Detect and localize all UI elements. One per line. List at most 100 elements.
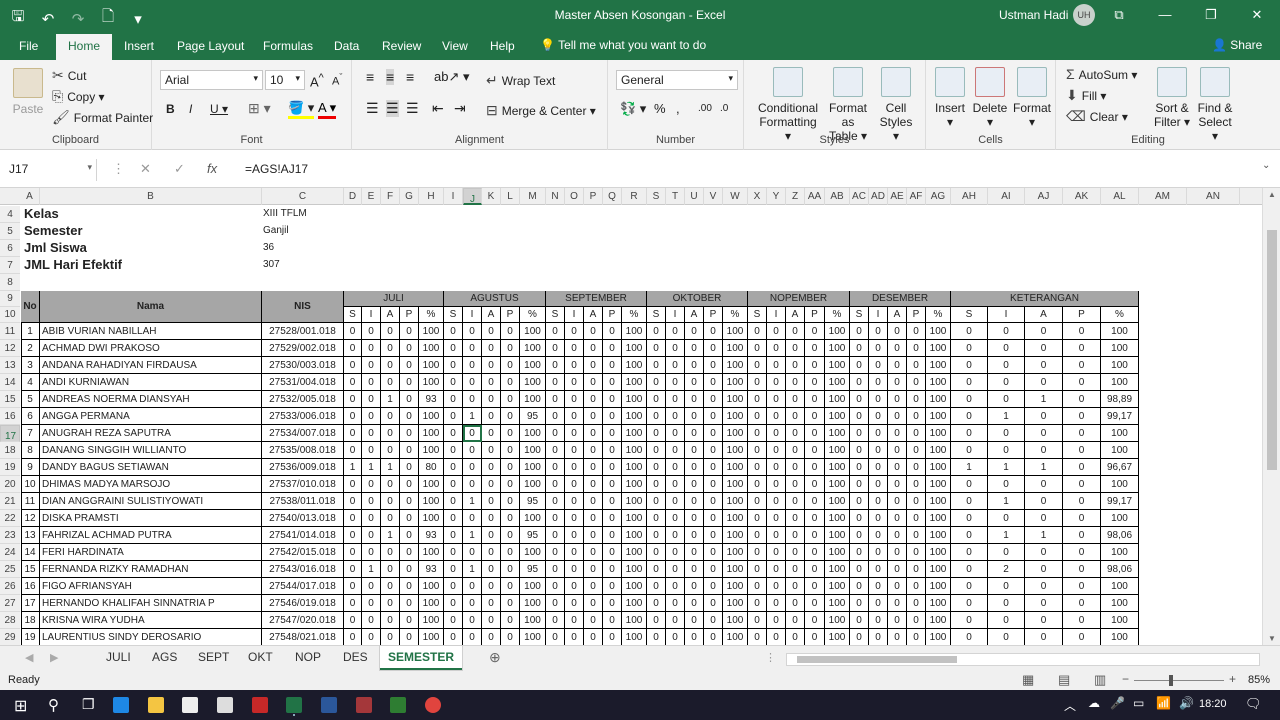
attendance-cell[interactable]: 0	[482, 408, 501, 425]
attendance-cell[interactable]: 0	[869, 510, 888, 527]
attendance-cell[interactable]: 0	[907, 561, 926, 578]
attendance-cell[interactable]: 1	[362, 561, 381, 578]
attendance-cell[interactable]: 0	[584, 476, 603, 493]
attendance-cell[interactable]: 0	[850, 442, 869, 459]
attendance-cell[interactable]: 0	[748, 629, 767, 645]
column-header[interactable]: AM	[1139, 188, 1187, 205]
attendance-cell[interactable]: 100	[520, 459, 546, 476]
student-nis[interactable]: 27536/009.018	[262, 459, 344, 476]
attendance-cell[interactable]: 0	[1063, 612, 1101, 629]
sort-filter-button[interactable]: Sort & Filter ▾	[1152, 67, 1192, 129]
attendance-cell[interactable]: 0	[444, 357, 463, 374]
column-header[interactable]: AN	[1187, 188, 1240, 205]
attendance-cell[interactable]: 0	[546, 408, 565, 425]
row-header[interactable]: 16	[0, 408, 20, 425]
attendance-cell[interactable]: 0	[647, 340, 666, 357]
zoom-out-icon[interactable]: −	[1122, 672, 1129, 686]
zoom-level[interactable]: 85%	[1248, 674, 1270, 686]
attendance-cell[interactable]: 0	[381, 595, 400, 612]
attendance-cell[interactable]: 0	[603, 493, 622, 510]
attendance-cell[interactable]: 0	[1025, 425, 1063, 442]
attendance-cell[interactable]: 100	[825, 391, 850, 408]
attendance-cell[interactable]: 0	[988, 340, 1025, 357]
row-no[interactable]: 4	[21, 374, 40, 391]
attendance-cell[interactable]: 0	[869, 408, 888, 425]
attendance-cell[interactable]: 0	[647, 578, 666, 595]
attendance-cell[interactable]: 0	[444, 527, 463, 544]
attendance-cell[interactable]: 0	[748, 578, 767, 595]
attendance-cell[interactable]: 100	[520, 357, 546, 374]
attendance-cell[interactable]: 0	[381, 442, 400, 459]
attendance-cell[interactable]: 0	[850, 578, 869, 595]
student-name[interactable]: FIGO AFRIANSYAH	[40, 578, 262, 595]
attendance-cell[interactable]: 0	[400, 340, 419, 357]
header-month[interactable]: DESEMBER	[850, 291, 951, 307]
normal-view-icon[interactable]: ▦	[1022, 672, 1034, 688]
attendance-cell[interactable]: 0	[850, 527, 869, 544]
attendance-cell[interactable]: 0	[666, 340, 685, 357]
add-sheet-icon[interactable]: ⊕	[489, 649, 501, 666]
attendance-cell[interactable]: 0	[907, 595, 926, 612]
attendance-cell[interactable]: 100	[723, 578, 748, 595]
attendance-cell[interactable]: 93	[419, 527, 444, 544]
attendance-cell[interactable]: 0	[704, 476, 723, 493]
attendance-cell[interactable]: 0	[767, 340, 786, 357]
zoom-slider-thumb[interactable]	[1169, 675, 1173, 686]
attendance-cell[interactable]: 0	[704, 374, 723, 391]
attendance-cell[interactable]: 0	[907, 510, 926, 527]
attendance-cell[interactable]: 0	[603, 323, 622, 340]
attendance-cell[interactable]: 0	[786, 459, 805, 476]
cancel-icon[interactable]: ✕	[140, 161, 151, 177]
attendance-cell[interactable]: 100	[926, 340, 951, 357]
student-nis[interactable]: 27537/010.018	[262, 476, 344, 493]
attendance-cell[interactable]: 0	[704, 578, 723, 595]
attendance-cell[interactable]: 0	[869, 629, 888, 645]
attendance-cell[interactable]: 0	[767, 425, 786, 442]
attendance-cell[interactable]: 0	[1025, 612, 1063, 629]
attendance-cell[interactable]: 0	[704, 391, 723, 408]
battery-icon[interactable]: ▭	[1133, 696, 1144, 710]
student-name[interactable]: FERI HARDINATA	[40, 544, 262, 561]
attendance-cell[interactable]: 98,06	[1101, 527, 1139, 544]
attendance-cell[interactable]: 0	[444, 323, 463, 340]
attendance-cell[interactable]: 100	[622, 425, 647, 442]
attendance-cell[interactable]: 0	[546, 476, 565, 493]
row-header[interactable]: 24	[0, 544, 20, 561]
attendance-cell[interactable]: 0	[666, 459, 685, 476]
attendance-cell[interactable]: 95	[520, 493, 546, 510]
attendance-cell[interactable]: 100	[723, 561, 748, 578]
column-header[interactable]: R	[622, 188, 647, 205]
attendance-cell[interactable]: 0	[400, 408, 419, 425]
windows-start-icon[interactable]: ⊞	[14, 696, 27, 716]
attendance-cell[interactable]: 0	[362, 612, 381, 629]
attendance-cell[interactable]: 0	[444, 408, 463, 425]
attendance-cell[interactable]: 0	[907, 357, 926, 374]
row-no[interactable]: 18	[21, 612, 40, 629]
attendance-cell[interactable]: 0	[1063, 442, 1101, 459]
attendance-cell[interactable]: 0	[647, 629, 666, 645]
attendance-cell[interactable]: 100	[926, 493, 951, 510]
comma-icon[interactable]: ,	[676, 101, 680, 116]
attendance-cell[interactable]: 0	[951, 578, 988, 595]
scroll-thumb[interactable]	[1267, 230, 1277, 470]
attendance-cell[interactable]: 0	[685, 357, 704, 374]
column-header[interactable]: P	[584, 188, 603, 205]
tab-page-layout[interactable]: Page Layout	[177, 39, 244, 53]
attendance-cell[interactable]: 100	[520, 578, 546, 595]
attendance-cell[interactable]: 100	[622, 561, 647, 578]
attendance-cell[interactable]: 0	[344, 425, 362, 442]
attendance-cell[interactable]: 0	[501, 527, 520, 544]
attendance-cell[interactable]: 1	[463, 561, 482, 578]
attendance-cell[interactable]: 100	[926, 459, 951, 476]
attendance-cell[interactable]: 100	[926, 544, 951, 561]
student-name[interactable]: ANDI KURNIAWAN	[40, 374, 262, 391]
sheet-tab-semester[interactable]: SEMESTER	[380, 646, 463, 670]
column-header[interactable]: Y	[767, 188, 786, 205]
attendance-cell[interactable]: 0	[869, 391, 888, 408]
attendance-cell[interactable]: 0	[501, 442, 520, 459]
student-name[interactable]: LAURENTIUS SINDY DEROSARIO	[40, 629, 262, 645]
network-icon[interactable]: ☁	[1088, 696, 1100, 710]
attendance-cell[interactable]: 0	[463, 357, 482, 374]
row-header[interactable]: 13	[0, 357, 20, 374]
wrap-text-button[interactable]: ↵ Wrap Text	[486, 72, 555, 89]
